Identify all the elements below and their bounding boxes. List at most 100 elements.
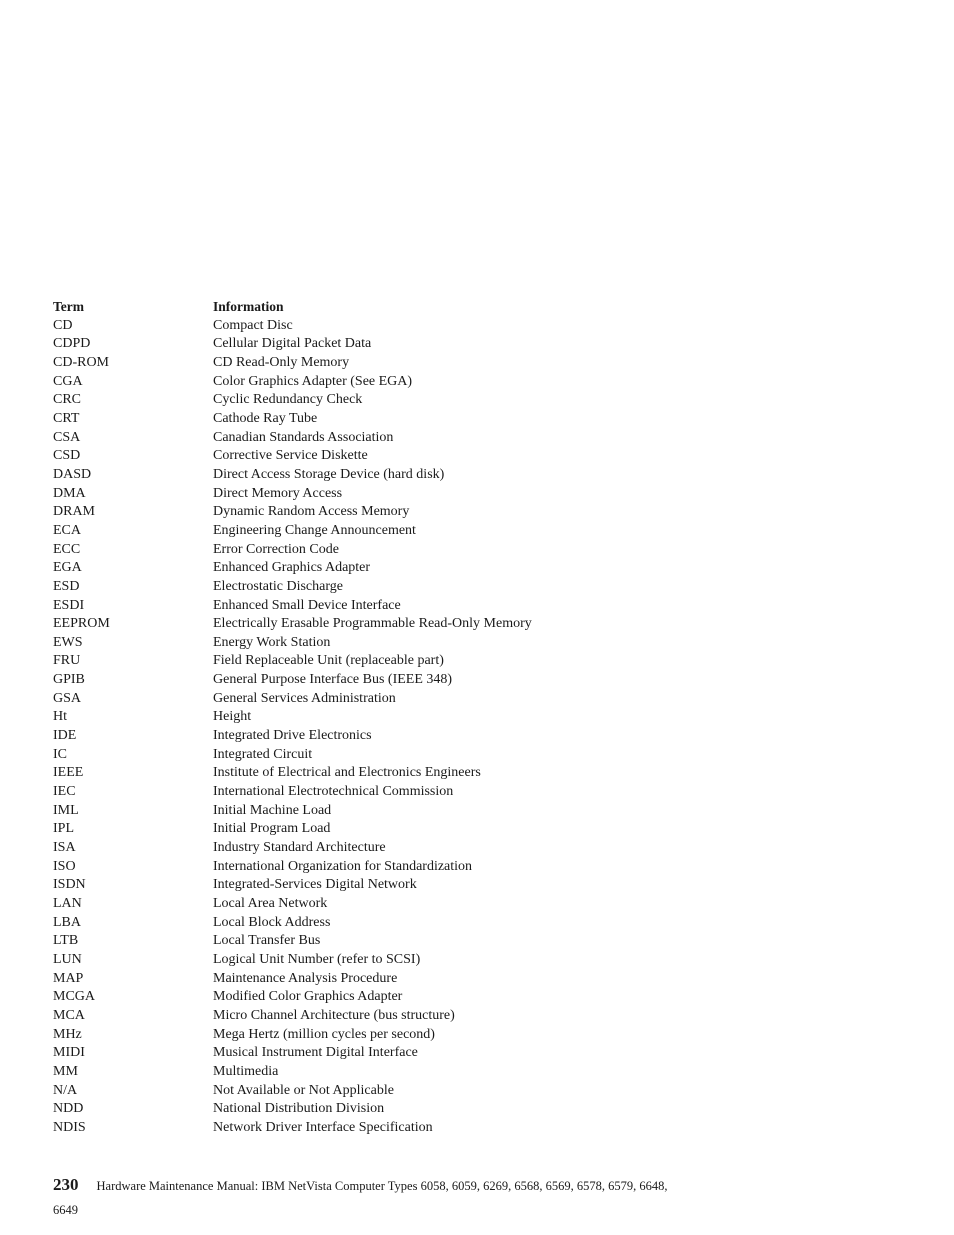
- glossary-information: CD Read-Only Memory: [213, 354, 350, 370]
- glossary-term: ISA: [53, 840, 76, 856]
- glossary-row: IML Initial Machine Load: [53, 802, 753, 821]
- glossary-information: Field Replaceable Unit (replaceable part…: [213, 653, 444, 669]
- glossary-term: DRAM: [53, 504, 96, 520]
- glossary-information: Integrated-Services Digital Network: [213, 877, 417, 893]
- glossary-information: Compact Disc: [213, 317, 293, 333]
- glossary-row: MIDI Musical Instrument Digital Interface: [53, 1044, 753, 1063]
- glossary-row: LTB Local Transfer Bus: [53, 932, 753, 951]
- glossary-term: MAP: [53, 970, 84, 986]
- glossary-information: Musical Instrument Digital Interface: [213, 1045, 418, 1061]
- glossary-rows: CD Compact Disc CDPD Cellular Digital Packe…: [53, 317, 753, 1138]
- glossary-information: Multimedia: [213, 1063, 279, 1079]
- glossary-row: CSA Canadian Standards Association: [53, 429, 753, 448]
- glossary-term: CGA: [53, 373, 83, 389]
- glossary-term: CDPD: [53, 336, 91, 352]
- glossary-term: ESDI: [53, 597, 85, 613]
- glossary-term: MIDI: [53, 1045, 85, 1061]
- glossary-information: Institute of Electrical and Electronics …: [213, 765, 481, 781]
- glossary-term: IEC: [53, 784, 76, 800]
- glossary-row: EWS Energy Work Station: [53, 634, 753, 653]
- glossary-information: Energy Work Station: [213, 634, 331, 650]
- glossary-row: IEEE Institute of Electrical and Electron…: [53, 764, 753, 783]
- glossary-information: Initial Program Load: [213, 821, 331, 837]
- page-number: 230: [53, 1175, 79, 1194]
- glossary-row: DRAM Dynamic Random Access Memory: [53, 503, 753, 522]
- glossary-term: MHz: [53, 1026, 82, 1042]
- glossary-row: MCGA Modified Color Graphics Adapter: [53, 988, 753, 1007]
- glossary-information: Corrective Service Diskette: [213, 448, 368, 464]
- glossary-information: Maintenance Analysis Procedure: [213, 970, 398, 986]
- glossary-term: NDD: [53, 1101, 84, 1117]
- glossary-row: ECA Engineering Change Announcement: [53, 522, 753, 541]
- glossary-information: International Electrotechnical Commissio…: [213, 784, 454, 800]
- page-footer: 230 Hardware Maintenance Manual: IBM Net…: [53, 1175, 913, 1218]
- glossary-term: LTB: [53, 933, 79, 949]
- glossary-term: IC: [53, 746, 67, 762]
- glossary-row: IDE Integrated Drive Electronics: [53, 727, 753, 746]
- glossary-information: Direct Memory Access: [213, 485, 343, 501]
- glossary-information: Electrostatic Discharge: [213, 578, 343, 594]
- glossary-information: Integrated Drive Electronics: [213, 728, 372, 744]
- glossary-row: ESDI Enhanced Small Device Interface: [53, 597, 753, 616]
- glossary-row: LAN Local Area Network: [53, 895, 753, 914]
- glossary-row: ISDN Integrated-Services Digital Network: [53, 876, 753, 895]
- glossary-term: DMA: [53, 485, 86, 501]
- glossary-row: CGA Color Graphics Adapter (See EGA): [53, 373, 753, 392]
- glossary-row: Ht Height: [53, 708, 753, 727]
- glossary-row: IEC International Electrotechnical Commis…: [53, 783, 753, 802]
- glossary-term: GSA: [53, 690, 82, 706]
- glossary-information: Engineering Change Announcement: [213, 522, 416, 538]
- glossary-information: General Purpose Interface Bus (IEEE 348): [213, 672, 453, 688]
- glossary-information: Not Available or Not Applicable: [213, 1082, 394, 1098]
- glossary-term: EGA: [53, 560, 82, 576]
- glossary-information: Cyclic Redundancy Check: [213, 392, 363, 408]
- glossary-term: CSD: [53, 448, 81, 464]
- glossary-row: ESD Electrostatic Discharge: [53, 578, 753, 597]
- glossary-row: LUN Logical Unit Number (refer to SCSI): [53, 951, 753, 970]
- glossary-row: CSD Corrective Service Diskette: [53, 447, 753, 466]
- document-title: Hardware Maintenance Manual: IBM NetVist…: [96, 1179, 668, 1193]
- glossary-term: EWS: [53, 634, 83, 650]
- glossary-information: Local Block Address: [213, 914, 331, 930]
- glossary-row: CD Compact Disc: [53, 317, 753, 336]
- glossary-information: Color Graphics Adapter (See EGA): [213, 373, 413, 389]
- glossary-term: ISDN: [53, 877, 86, 893]
- glossary-term: LBA: [53, 914, 81, 930]
- glossary-information: General Services Administration: [213, 690, 396, 706]
- glossary-row: MHz Mega Hertz (million cycles per second…: [53, 1026, 753, 1045]
- glossary-information: Local Area Network: [213, 896, 328, 911]
- glossary-term: LAN: [53, 896, 82, 911]
- glossary-row: ISA Industry Standard Architecture: [53, 839, 753, 858]
- glossary-information: Dynamic Random Access Memory: [213, 504, 410, 520]
- glossary-row: ECC Error Correction Code: [53, 541, 753, 560]
- glossary-term: IPL: [53, 821, 74, 837]
- glossary-row: CD-ROM CD Read-Only Memory: [53, 354, 753, 373]
- glossary-term: CD-ROM: [53, 354, 110, 370]
- glossary-row: LBA Local Block Address: [53, 914, 753, 933]
- glossary-term: ECC: [53, 541, 81, 557]
- glossary-information: Integrated Circuit: [213, 746, 313, 762]
- glossary-term: Ht: [53, 709, 67, 725]
- glossary-row: MAP Maintenance Analysis Procedure: [53, 970, 753, 989]
- glossary-term: GPIB: [53, 672, 85, 688]
- glossary-information: Micro Channel Architecture (bus structur…: [213, 1007, 455, 1023]
- glossary-term: EEPROM: [53, 616, 110, 632]
- glossary-information: Initial Machine Load: [213, 802, 332, 818]
- glossary-information: Cellular Digital Packet Data: [213, 336, 372, 352]
- glossary-row: GPIB General Purpose Interface Bus (IEEE …: [53, 671, 753, 690]
- glossary-row: N/A Not Available or Not Applicable: [53, 1082, 753, 1101]
- glossary-term: ECA: [53, 522, 81, 538]
- glossary-information: Enhanced Graphics Adapter: [213, 560, 371, 576]
- glossary-term: IML: [53, 802, 79, 818]
- glossary-term: CRT: [53, 410, 80, 426]
- glossary-term: NDIS: [53, 1119, 86, 1135]
- glossary-information: Enhanced Small Device Interface: [213, 597, 401, 613]
- glossary-table: Term Information CD Compact Disc CDPD Cellu…: [53, 298, 753, 1138]
- glossary-term: FRU: [53, 653, 81, 669]
- glossary-row: NDIS Network Driver Interface Specificati…: [53, 1119, 753, 1138]
- glossary-row: CRT Cathode Ray Tube: [53, 410, 753, 429]
- glossary-information: International Organization for Standardi…: [213, 858, 473, 874]
- glossary-row: EEPROM Electrically Erasable Programmable…: [53, 615, 753, 634]
- glossary-row: ISO International Organization for Standa…: [53, 858, 753, 877]
- glossary-row: EGA Enhanced Graphics Adapter: [53, 559, 753, 578]
